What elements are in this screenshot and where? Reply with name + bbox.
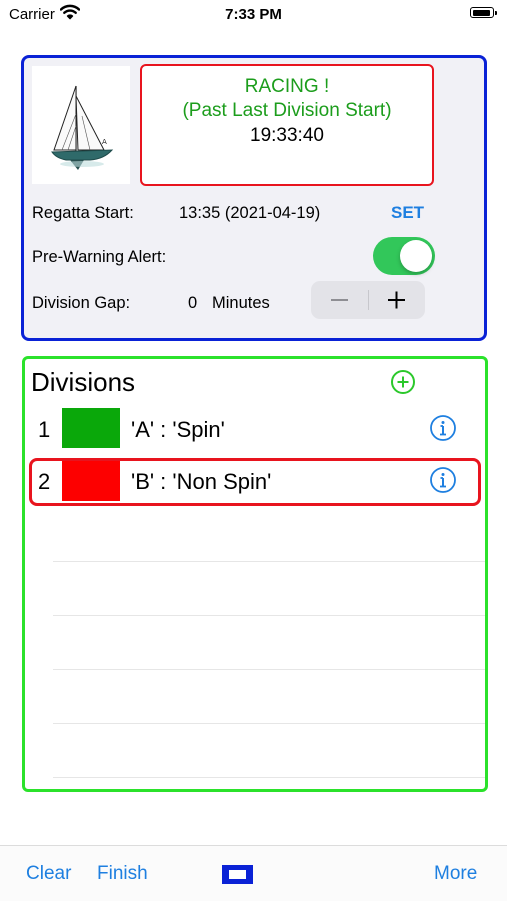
finish-button[interactable]: Finish — [97, 863, 148, 885]
race-status-title: RACING ! — [244, 76, 330, 97]
plus-icon — [388, 291, 405, 309]
increment-button[interactable] — [368, 281, 425, 319]
info-icon — [430, 467, 456, 493]
regatta-panel: A RACING ! (Past Last Division Start) 19… — [21, 55, 487, 341]
regatta-start-value: 13:35 (2021-04-19) — [179, 204, 321, 222]
division-gap-value: 0 — [188, 294, 198, 312]
division-info-button[interactable] — [429, 466, 457, 499]
division-gap-stepper[interactable] — [311, 281, 425, 319]
prewarning-label: Pre-Warning Alert: — [32, 248, 167, 266]
division-info-button[interactable] — [429, 414, 457, 447]
divisions-panel: Divisions 1 'A' : 'Spin' 2 'B' : 'Non Sp… — [22, 356, 488, 792]
more-button[interactable]: More — [434, 863, 477, 885]
division-gap-unit: Minutes — [212, 294, 270, 312]
division-number: 2 — [38, 469, 51, 494]
battery-icon — [470, 7, 497, 18]
division-row-selected[interactable]: 2 'B' : 'Non Spin' — [29, 458, 481, 506]
clear-button[interactable]: Clear — [26, 863, 71, 885]
division-label: 'B' : 'Non Spin' — [131, 469, 272, 494]
race-status-subtitle: (Past Last Division Start) — [182, 100, 392, 121]
divisions-title: Divisions — [31, 367, 136, 397]
division-gap-label: Division Gap: — [32, 294, 131, 312]
info-icon — [430, 415, 456, 441]
division-number: 1 — [38, 417, 51, 442]
division-row[interactable]: 1 'A' : 'Spin' — [29, 406, 481, 454]
empty-row-separator — [53, 723, 485, 724]
bottom-toolbar: Clear Finish More — [0, 845, 507, 901]
prewarning-toggle[interactable] — [373, 237, 435, 275]
clock: 7:33 PM — [225, 6, 282, 23]
division-label: 'A' : 'Spin' — [131, 417, 225, 442]
set-button[interactable]: SET — [391, 203, 424, 223]
status-bar: Carrier 7:33 PM — [0, 0, 507, 30]
plus-circle-icon — [391, 370, 415, 394]
svg-text:A: A — [102, 138, 107, 146]
race-status-box: RACING ! (Past Last Division Start) 19:3… — [140, 64, 434, 186]
sailboat-icon: A — [51, 85, 114, 170]
empty-row-separator — [53, 669, 485, 670]
empty-row-separator — [53, 615, 485, 616]
empty-row-separator — [53, 777, 485, 778]
division-color-swatch — [62, 408, 120, 448]
division-color-swatch — [62, 461, 120, 501]
regatta-start-label: Regatta Start: — [32, 204, 134, 222]
minus-icon — [331, 299, 348, 301]
decrement-button[interactable] — [311, 281, 368, 319]
race-clock: 19:33:40 — [250, 125, 324, 146]
empty-row-separator — [53, 561, 485, 562]
battery-fill — [472, 9, 491, 16]
sailboat-logo: A — [32, 66, 130, 184]
view-mode-icon[interactable] — [222, 865, 253, 884]
add-division-button[interactable] — [390, 369, 416, 400]
toggle-knob — [400, 240, 432, 272]
